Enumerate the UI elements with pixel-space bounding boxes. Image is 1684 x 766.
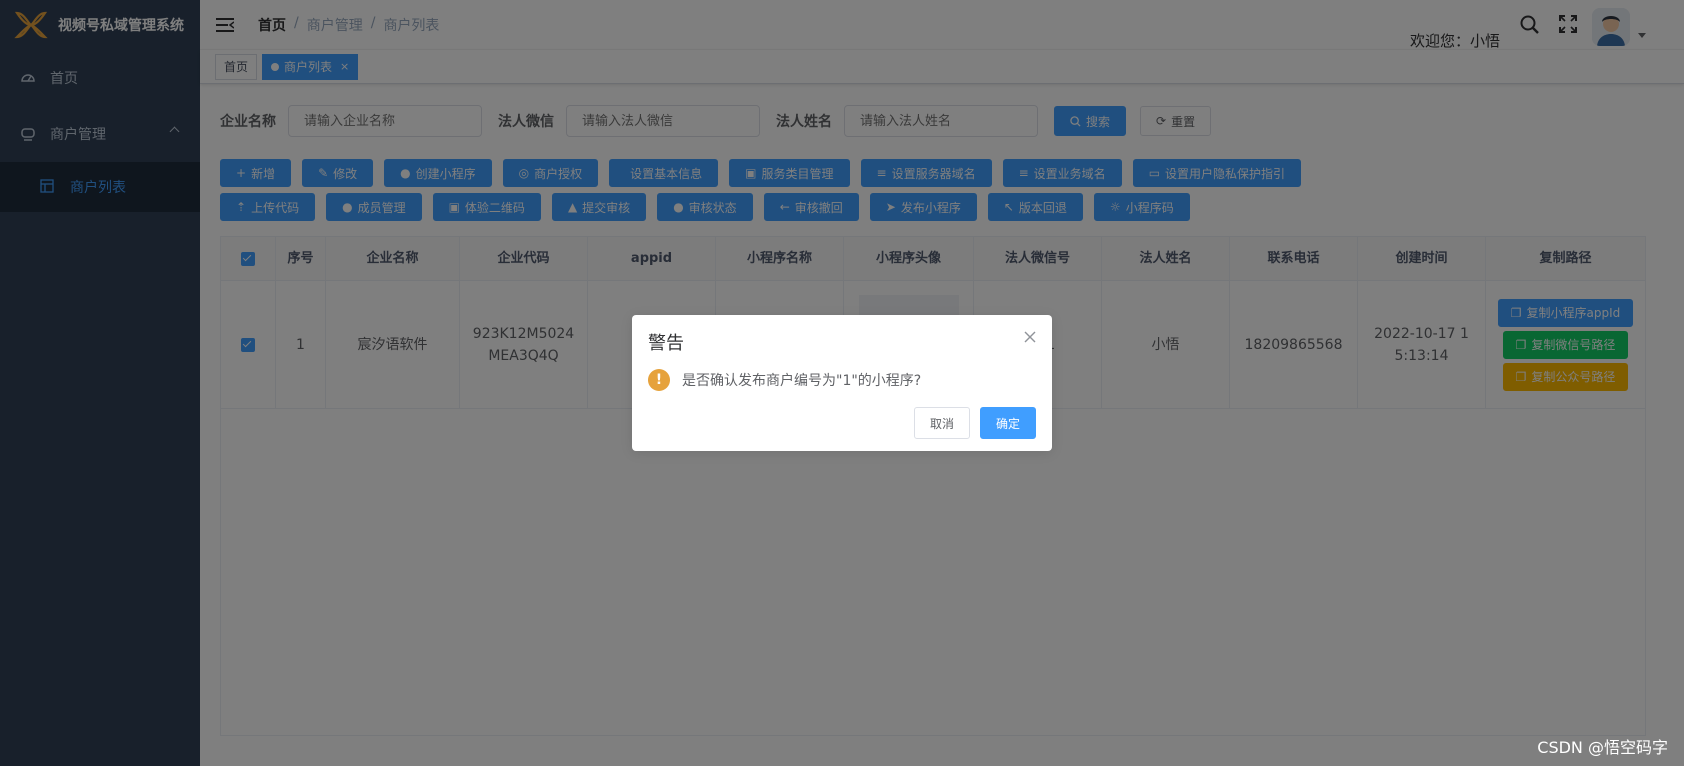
- dialog-message-row: ! 是否确认发布商户编号为"1"的小程序?: [648, 369, 921, 391]
- dialog-title: 警告: [648, 333, 684, 354]
- watermark: CSDN @悟空码字: [1537, 738, 1668, 757]
- dialog-message: 是否确认发布商户编号为"1"的小程序?: [682, 373, 922, 389]
- confirm-dialog: 警告 ! 是否确认发布商户编号为"1"的小程序? 取消 确定: [632, 315, 1052, 451]
- cancel-button[interactable]: 取消: [913, 407, 970, 439]
- close-icon[interactable]: [1024, 331, 1036, 343]
- dialog-buttons: 取消 确定: [913, 407, 1036, 439]
- confirm-button[interactable]: 确定: [979, 407, 1036, 439]
- warning-icon: !: [648, 369, 670, 391]
